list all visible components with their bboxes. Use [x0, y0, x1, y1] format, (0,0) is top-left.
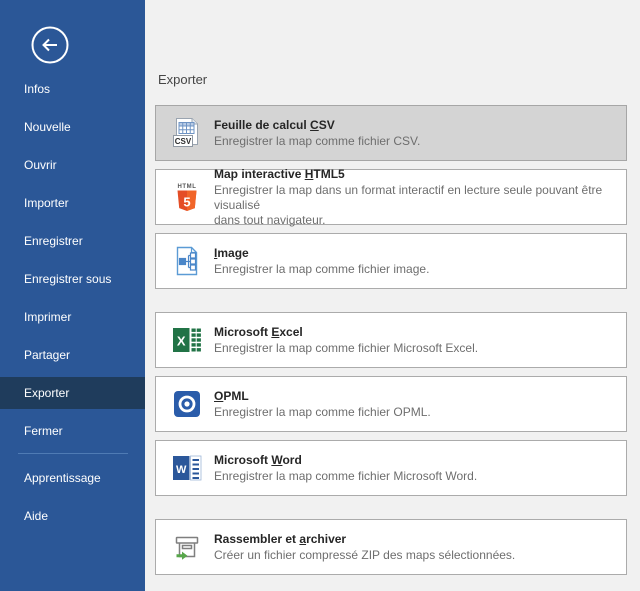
html5-icon: HTML 5 [171, 181, 203, 213]
export-option-title: Image [214, 246, 429, 261]
export-option-description: Enregistrer la map comme fichier CSV. [214, 134, 420, 149]
html5-icon-word: HTML [177, 184, 196, 190]
excel-icon-letter: X [177, 334, 186, 349]
export-option-description: Enregistrer la map comme fichier Microso… [214, 469, 477, 484]
export-option-title: Feuille de calcul CSV [214, 118, 420, 133]
sidebar-nav: Infos Nouvelle Ouvrir Importer Enregistr… [0, 73, 145, 538]
export-option-title: Map interactive HTML5 [214, 167, 618, 182]
word-icon: W [171, 452, 203, 484]
export-option-opml[interactable]: OPML Enregistrer la map comme fichier OP… [155, 376, 627, 432]
word-icon-letter: W [176, 464, 187, 476]
export-options-list: CSV Feuille de calcul CSV Enregistrer la… [155, 105, 640, 575]
export-option-description: Enregistrer la map dans un format intera… [214, 183, 618, 228]
export-option-image[interactable]: Image Enregistrer la map comme fichier i… [155, 233, 627, 289]
sidebar-item-partager[interactable]: Partager [0, 339, 145, 371]
export-option-excel[interactable]: X Microsoft Excel Enregistrer la map com… [155, 312, 627, 368]
export-option-description: Enregistrer la map comme fichier Microso… [214, 341, 478, 356]
sidebar-divider [18, 453, 128, 454]
export-option-html5[interactable]: HTML 5 Map interactive HTML5 Enregistrer… [155, 169, 627, 225]
sidebar-item-infos[interactable]: Infos [0, 73, 145, 105]
sidebar-item-enregistrer-sous[interactable]: Enregistrer sous [0, 263, 145, 295]
export-option-description: Enregistrer la map comme fichier image. [214, 262, 429, 277]
export-option-archive[interactable]: Rassembler et archiver Créer un fichier … [155, 519, 627, 575]
export-option-title: Rassembler et archiver [214, 532, 515, 547]
sidebar-item-imprimer[interactable]: Imprimer [0, 301, 145, 333]
sidebar-item-importer[interactable]: Importer [0, 187, 145, 219]
html5-icon-number: 5 [183, 195, 190, 210]
export-option-title: OPML [214, 389, 431, 404]
sidebar-item-aide[interactable]: Aide [0, 500, 145, 532]
export-option-description: Créer un fichier compressé ZIP des maps … [214, 548, 515, 563]
export-option-title: Microsoft Word [214, 453, 477, 468]
export-option-csv[interactable]: CSV Feuille de calcul CSV Enregistrer la… [155, 105, 627, 161]
export-option-word[interactable]: W Microsoft Word Enregistrer la map comm… [155, 440, 627, 496]
sidebar-item-nouvelle[interactable]: Nouvelle [0, 111, 145, 143]
sidebar: Infos Nouvelle Ouvrir Importer Enregistr… [0, 0, 145, 591]
export-option-description: Enregistrer la map comme fichier OPML. [214, 405, 431, 420]
image-file-icon [171, 245, 203, 277]
csv-icon-label: CSV [175, 137, 192, 146]
export-panel: Exporter [145, 0, 640, 591]
sidebar-item-exporter[interactable]: Exporter [0, 377, 145, 409]
backstage-view: Infos Nouvelle Ouvrir Importer Enregistr… [0, 0, 640, 591]
archive-box-icon [171, 531, 203, 563]
sidebar-item-enregistrer[interactable]: Enregistrer [0, 225, 145, 257]
page-title: Exporter [158, 73, 640, 87]
excel-icon: X [171, 324, 203, 356]
sidebar-item-ouvrir[interactable]: Ouvrir [0, 149, 145, 181]
csv-spreadsheet-icon: CSV [171, 117, 203, 149]
opml-icon [171, 388, 203, 420]
back-arrow-icon [30, 52, 70, 69]
back-button[interactable] [30, 25, 70, 65]
sidebar-item-fermer[interactable]: Fermer [0, 415, 145, 447]
sidebar-item-apprentissage[interactable]: Apprentissage [0, 462, 145, 494]
export-option-title: Microsoft Excel [214, 325, 478, 340]
